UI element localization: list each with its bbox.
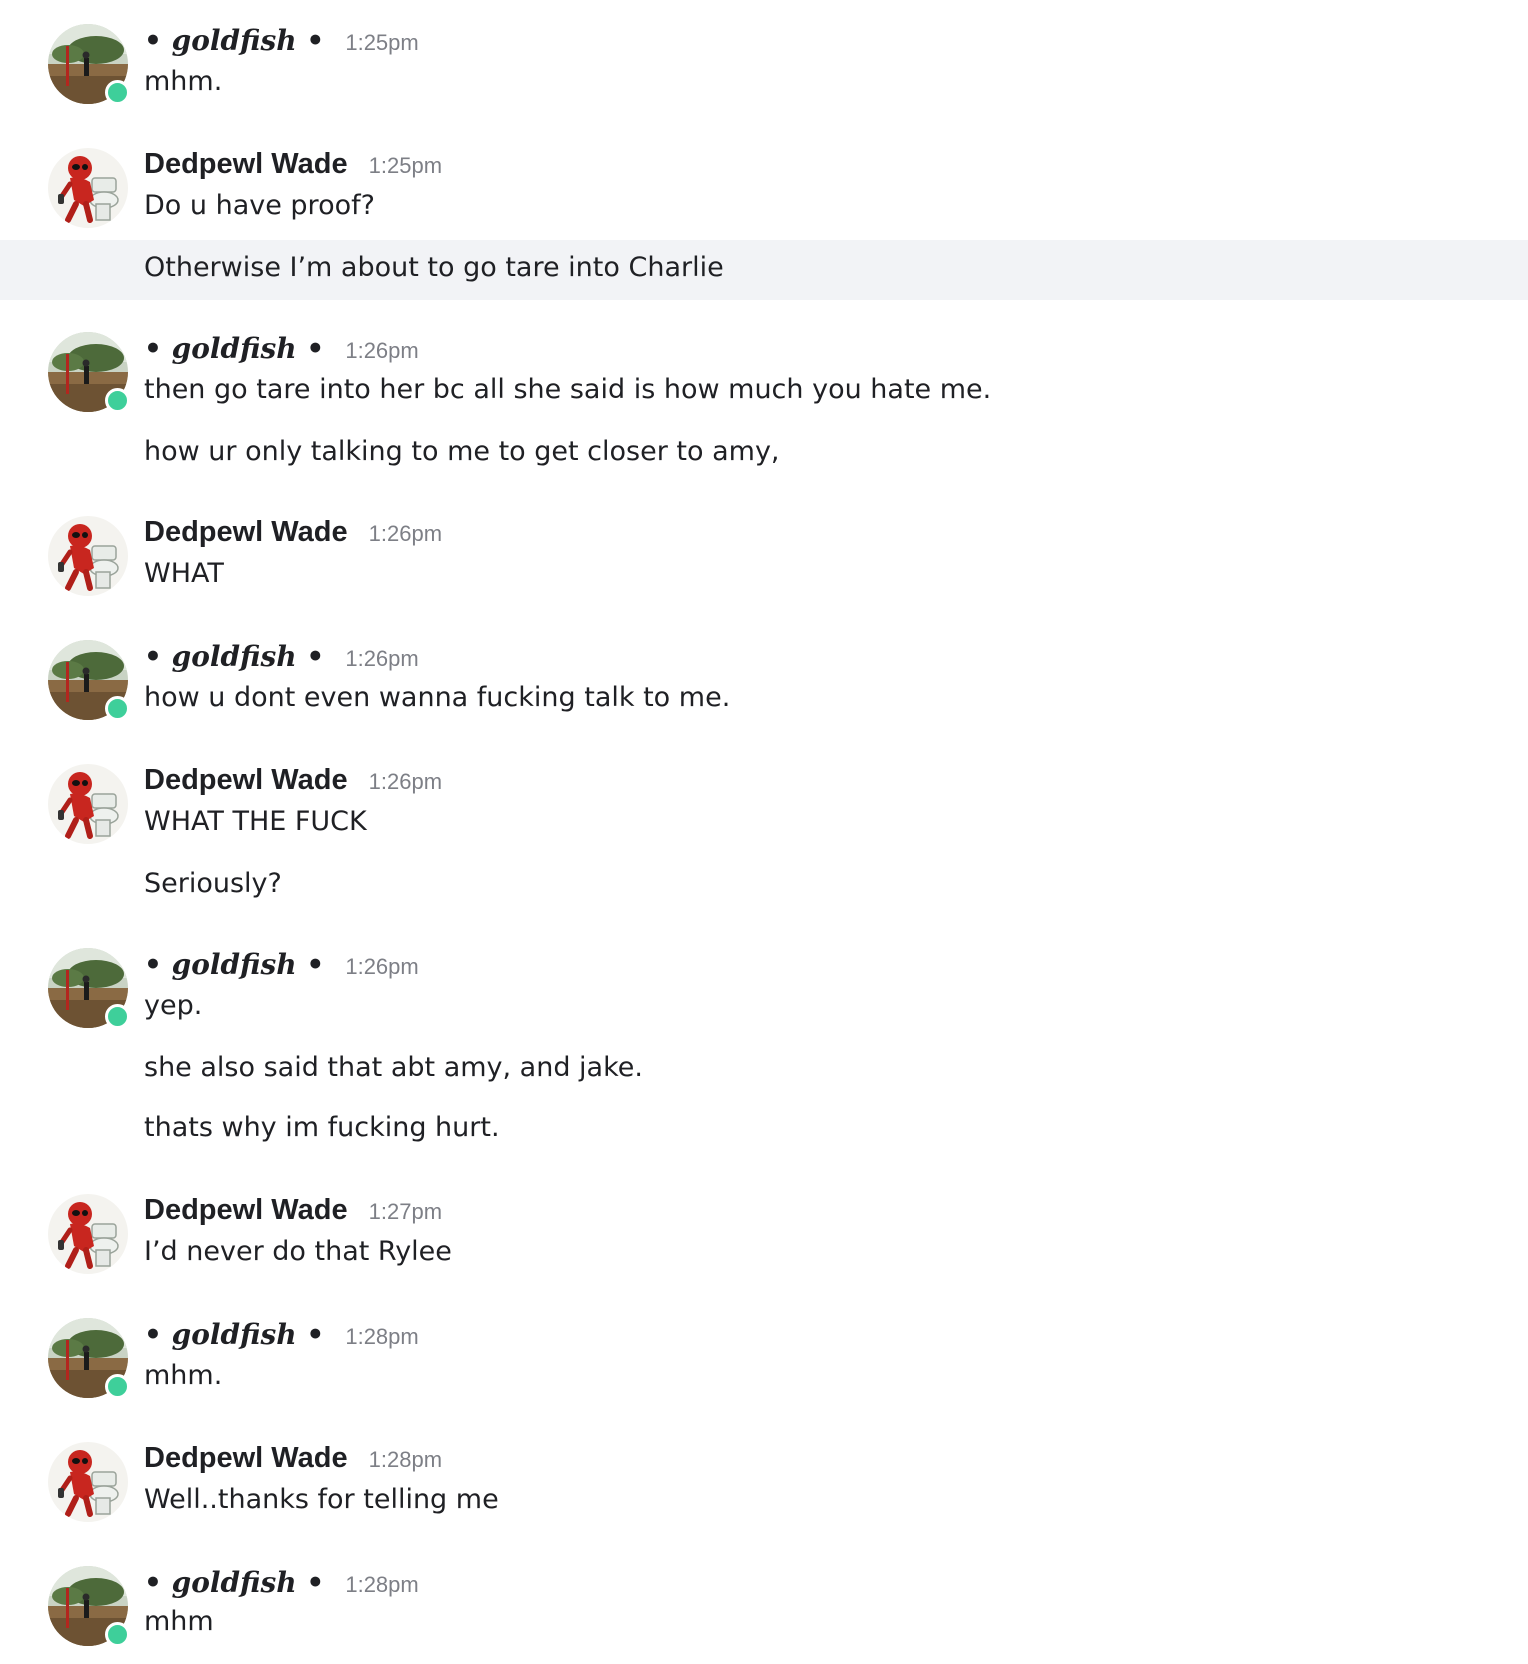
message-line[interactable]: how u dont even wanna fucking talk to me…	[0, 670, 1528, 730]
message-line-hovered[interactable]: Otherwise I’m about to go tare into Char…	[0, 240, 1528, 300]
message-text: mhm.	[144, 66, 223, 97]
author-name[interactable]: • goldfish •	[144, 1318, 324, 1351]
message-text: how u dont even wanna fucking talk to me…	[144, 682, 731, 713]
message-line[interactable]: Seriously?	[0, 856, 1528, 916]
message-line[interactable]: WHAT	[0, 546, 1528, 606]
message-line[interactable]: yep.	[0, 978, 1528, 1038]
author-name[interactable]: Dedpewl Wade	[144, 1194, 348, 1227]
message-line[interactable]: WHAT THE FUCK	[0, 794, 1528, 854]
timestamp[interactable]: 1:27pm	[369, 1199, 442, 1225]
message-line[interactable]: Well..thanks for telling me	[0, 1472, 1528, 1532]
author-name[interactable]: • goldfish •	[144, 640, 324, 673]
message-text: Do u have proof?	[144, 190, 375, 221]
chat-message-list[interactable]: • goldfish • 1:25pm mhm. Dedpewl Wade 1:…	[0, 0, 1528, 1664]
message-text: thats why im fucking hurt.	[144, 1112, 500, 1143]
timestamp[interactable]: 1:26pm	[345, 954, 418, 980]
message-line[interactable]: mhm.	[0, 54, 1528, 114]
message-text: mhm	[144, 1606, 214, 1637]
timestamp[interactable]: 1:28pm	[369, 1447, 442, 1473]
message-text: WHAT THE FUCK	[144, 806, 367, 837]
message-line[interactable]: how ur only talking to me to get closer …	[0, 424, 1528, 484]
message-text: then go tare into her bc all she said is…	[144, 374, 992, 405]
author-name[interactable]: • goldfish •	[144, 948, 324, 981]
timestamp[interactable]: 1:26pm	[369, 521, 442, 547]
author-name[interactable]: Dedpewl Wade	[144, 1442, 348, 1475]
author-name[interactable]: Dedpewl Wade	[144, 148, 348, 181]
message-line[interactable]: she also said that abt amy, and jake.	[0, 1040, 1528, 1100]
timestamp[interactable]: 1:25pm	[369, 153, 442, 179]
message-line[interactable]: thats why im fucking hurt.	[0, 1100, 1528, 1160]
message-line[interactable]: then go tare into her bc all she said is…	[0, 362, 1528, 422]
message-line[interactable]: I’d never do that Rylee	[0, 1224, 1528, 1284]
author-name[interactable]: • goldfish •	[144, 24, 324, 57]
message-line[interactable]: Do u have proof?	[0, 178, 1528, 238]
message-text: I’d never do that Rylee	[144, 1236, 452, 1267]
message-text: yep.	[144, 990, 203, 1021]
message-text: Seriously?	[144, 868, 282, 899]
timestamp[interactable]: 1:26pm	[345, 646, 418, 672]
timestamp[interactable]: 1:28pm	[345, 1324, 418, 1350]
author-name[interactable]: Dedpewl Wade	[144, 764, 348, 797]
author-name[interactable]: Dedpewl Wade	[144, 516, 348, 549]
author-name[interactable]: • goldfish •	[144, 332, 324, 365]
message-text: she also said that abt amy, and jake.	[144, 1052, 643, 1083]
message-text: Otherwise I’m about to go tare into Char…	[144, 252, 724, 283]
message-text: Well..thanks for telling me	[144, 1484, 499, 1515]
message-line[interactable]: mhm	[0, 1594, 1528, 1654]
message-text: WHAT	[144, 558, 224, 589]
message-text: mhm.	[144, 1360, 223, 1391]
message-line[interactable]: mhm.	[0, 1348, 1528, 1408]
timestamp[interactable]: 1:26pm	[369, 769, 442, 795]
message-text: how ur only talking to me to get closer …	[144, 436, 780, 467]
timestamp[interactable]: 1:26pm	[345, 338, 418, 364]
timestamp[interactable]: 1:25pm	[345, 30, 418, 56]
